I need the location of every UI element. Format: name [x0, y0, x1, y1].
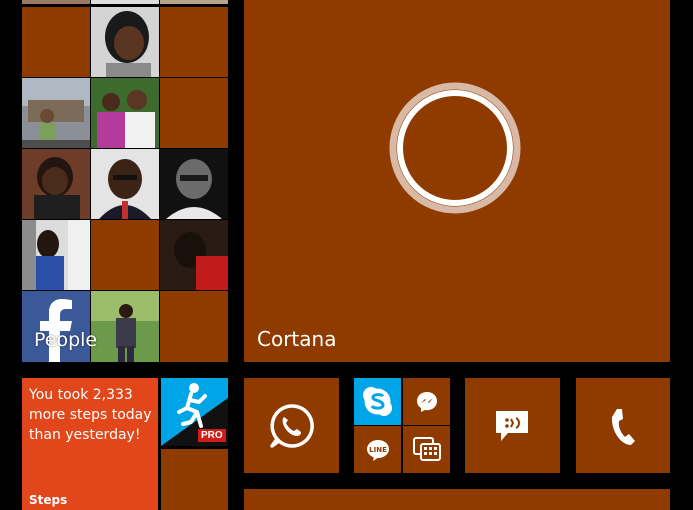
skype-tile[interactable]: [354, 378, 401, 425]
messaging-tile[interactable]: [465, 378, 560, 473]
people-tile[interactable]: People: [22, 0, 228, 362]
empty-cell: [160, 291, 228, 362]
contact-photo: [22, 220, 90, 290]
empty-cell: [160, 7, 228, 77]
people-tile-label: People: [34, 329, 98, 351]
phone-tile[interactable]: [576, 378, 670, 473]
contact-photo: [91, 149, 159, 219]
line-icon: LINE: [367, 440, 389, 461]
steps-message: You took 2,333 more steps today than yes…: [29, 387, 152, 443]
line-tile[interactable]: LINE: [354, 426, 401, 473]
cortana-ring-icon: [389, 82, 521, 214]
facebook-photo: [22, 291, 90, 362]
empty-cell: [91, 220, 159, 290]
empty-cell: [22, 7, 90, 77]
contact-photo: [22, 0, 90, 4]
runner-pro-tile[interactable]: PRO: [161, 378, 228, 446]
bbm-tile[interactable]: [403, 426, 450, 473]
phone-icon: [611, 409, 635, 445]
contact-photo: [91, 78, 159, 148]
facebook-icon: [40, 299, 72, 362]
svg-text:LINE: LINE: [369, 446, 387, 454]
whatsapp-icon: [270, 404, 314, 448]
wide-tile[interactable]: [244, 489, 670, 510]
bbm-icon: [413, 437, 441, 461]
messaging-icon: [496, 411, 528, 441]
empty-cell: [160, 78, 228, 148]
contact-photo: [91, 291, 159, 362]
steps-tile[interactable]: You took 2,333 more steps today than yes…: [22, 378, 158, 510]
small-tile[interactable]: [161, 449, 228, 510]
whatsapp-tile[interactable]: [244, 378, 339, 473]
contact-photo: [91, 7, 159, 77]
cortana-tile-label: Cortana: [257, 327, 337, 351]
contact-photo: [160, 220, 228, 290]
cortana-tile[interactable]: Cortana: [244, 0, 670, 362]
contact-photo: [160, 149, 228, 219]
contact-photo: [22, 149, 90, 219]
contact-photo: [22, 78, 90, 148]
messenger-tile[interactable]: [403, 378, 450, 425]
skype-icon: [363, 387, 392, 416]
steps-label: Steps: [29, 493, 68, 507]
runner-pro-badge: PRO: [198, 429, 226, 442]
messenger-icon: [417, 392, 437, 412]
contact-photo: [91, 0, 159, 4]
messaging-apps-folder[interactable]: LINE: [354, 378, 450, 473]
contact-photo: [160, 0, 228, 4]
